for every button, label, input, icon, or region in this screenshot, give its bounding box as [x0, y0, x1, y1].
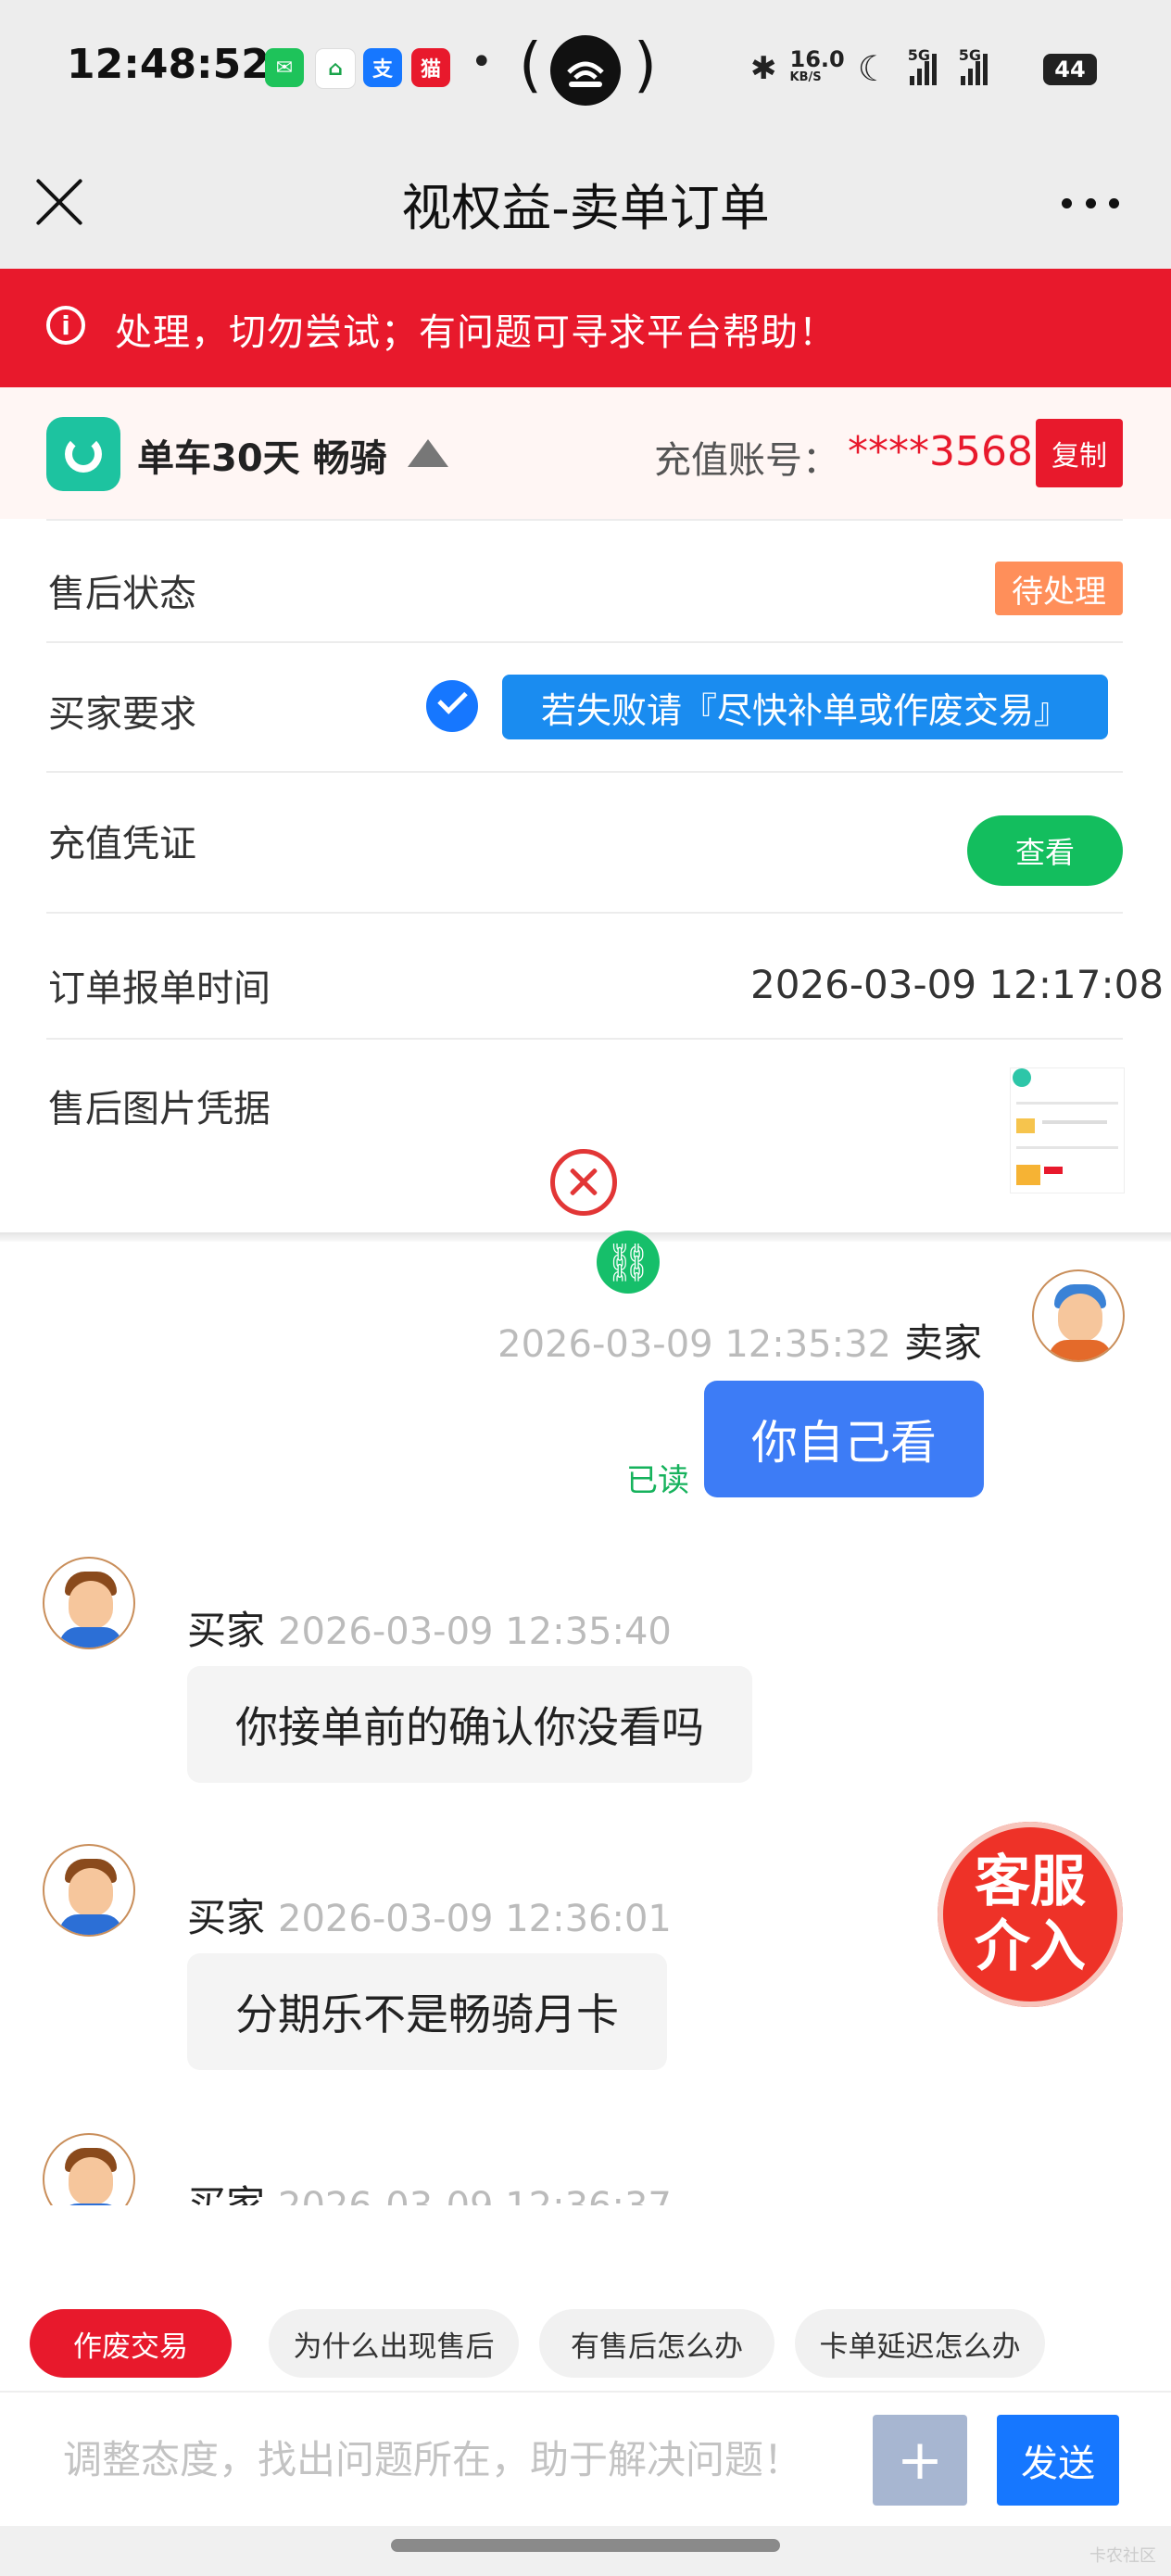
message-bubble: 分期乐不是畅骑月卡 [187, 1953, 667, 2070]
message-meta: 买家 2026-03-09 12:35:40 [187, 1599, 672, 1656]
cs-label-line2: 介入 [975, 1914, 1086, 1979]
divider [46, 912, 1123, 914]
details-panel-shadow [0, 1232, 1171, 1242]
buyer-request-chip: 若失败请『尽快补单或作废交易』 [502, 675, 1108, 739]
message-sender: 买家 [187, 1895, 266, 1940]
message-time: 2026-03-09 12:36:37 [278, 2185, 672, 2205]
product-name: 单车30天 畅骑 [137, 437, 387, 480]
buyer-request-label: 买家要求 [48, 693, 196, 736]
page-title: 视权益-卖单订单 [401, 179, 770, 237]
product-bar: 单车30天 畅骑 充值账号： ****3568 复制 [0, 387, 1171, 519]
message-meta: 买家 2026-03-09 12:36:01 [187, 1887, 672, 1943]
send-button[interactable]: 发送 [997, 2415, 1119, 2506]
buyer-avatar [43, 2133, 135, 2205]
battery-icon: 44 [1043, 54, 1097, 85]
divider [46, 1038, 1123, 1040]
warning-text: 处理，切勿尝试；有问题可寻求平台帮助！ [115, 311, 837, 354]
hotspot-bracket-right: ) [634, 32, 657, 100]
signal-label: 5G [958, 46, 982, 64]
didi-logo-icon [46, 417, 120, 491]
hotspot-bracket-left: ( [519, 32, 542, 100]
close-circle-icon[interactable] [550, 1149, 617, 1216]
info-icon: i [46, 306, 85, 345]
message-bubble: 你自己看 [704, 1381, 984, 1497]
notification-dot: • [471, 41, 493, 83]
watermark: 卡农社区 [1089, 2546, 1156, 2566]
aftersale-status-label: 售后状态 [48, 573, 196, 615]
seller-avatar [1032, 1269, 1125, 1362]
account-label: 充值账号： [654, 439, 839, 482]
message-time: 2026-03-09 12:35:40 [278, 1610, 672, 1653]
hotspot-icon [550, 35, 621, 106]
why-aftersale-chip[interactable]: 为什么出现售后 [269, 2309, 519, 2378]
account-value: ****3568 [848, 428, 1033, 475]
title-bar: 视权益-卖单订单 [0, 139, 1171, 269]
alipay-icon: 支 [363, 48, 402, 87]
anjuke-icon: ⌂ [315, 48, 356, 89]
divider [46, 771, 1123, 773]
message-sender: 买家 [187, 1608, 266, 1653]
link-icon[interactable]: ⛓ [597, 1231, 660, 1294]
signal-icon: 5G [959, 46, 988, 85]
signal-label: 5G [907, 46, 931, 64]
delay-howto-chip[interactable]: 卡单延迟怎么办 [795, 2309, 1045, 2378]
message-sender: 买家 [187, 2182, 266, 2205]
evidence-thumbnail[interactable] [1010, 1067, 1125, 1193]
message-meta: 2026-03-09 12:35:32 卖家 [497, 1312, 982, 1369]
net-speed-unit: KB/S [789, 70, 822, 84]
cs-label-line1: 客服 [975, 1850, 1086, 1914]
status-bar: 12:48:52 ✉ ⌂ 支 猫 • ( ) ✱ 16.0 KB/S ☾ 5G … [0, 0, 1171, 139]
copy-button[interactable]: 复制 [1036, 419, 1123, 487]
message-input[interactable] [24, 2413, 858, 2506]
message-time: 2026-03-09 12:35:32 [497, 1323, 891, 1366]
plus-button[interactable]: + [873, 2415, 967, 2506]
voucher-label: 充值凭证 [48, 823, 196, 865]
view-voucher-button[interactable]: 查看 [967, 815, 1123, 886]
status-badge: 待处理 [995, 562, 1123, 615]
more-icon[interactable] [1062, 198, 1119, 209]
evidence-label: 售后图片凭据 [48, 1088, 271, 1130]
buyer-avatar [43, 1844, 135, 1937]
check-icon [426, 680, 478, 732]
void-trade-chip[interactable]: 作废交易 [30, 2309, 232, 2378]
message-sender: 卖家 [903, 1320, 982, 1366]
collapse-triangle-icon[interactable] [408, 439, 448, 467]
report-time-value: 2026-03-09 12:17:08 [750, 962, 1165, 1007]
divider [46, 641, 1123, 643]
divider [46, 519, 1123, 521]
aftersale-howto-chip[interactable]: 有售后怎么办 [539, 2309, 774, 2378]
bluetooth-icon: ✱ [750, 50, 777, 87]
read-receipt: 已读 [626, 1462, 689, 1499]
buyer-avatar [43, 1557, 135, 1649]
status-time: 12:48:52 [67, 41, 270, 88]
message-meta: 买家 2026-03-09 12:36:37 [187, 2174, 672, 2205]
net-speed-value: 16.0 [789, 46, 845, 72]
customer-service-button[interactable]: 客服 介入 [938, 1822, 1123, 2007]
net-speed: 16.0 KB/S [789, 46, 845, 87]
signal-icon: 5G [908, 46, 937, 85]
system-icons: ✱ 16.0 KB/S ☾ 5G 5G [750, 46, 988, 89]
report-time-label: 订单报单时间 [48, 967, 271, 1010]
message-time: 2026-03-09 12:36:01 [278, 1898, 672, 1940]
message-bubble: 你接单前的确认你没看吗 [187, 1666, 752, 1783]
chat-clip: 买家 2026-03-09 12:36:37 [0, 2122, 1171, 2205]
tmall-icon: 猫 [411, 48, 450, 87]
moon-icon: ☾ [857, 48, 889, 89]
home-indicator[interactable] [391, 2539, 780, 2552]
warning-banner: i 处理，切勿尝试；有问题可寻求平台帮助！ [0, 269, 1171, 387]
wechat-icon: ✉ [265, 48, 304, 87]
